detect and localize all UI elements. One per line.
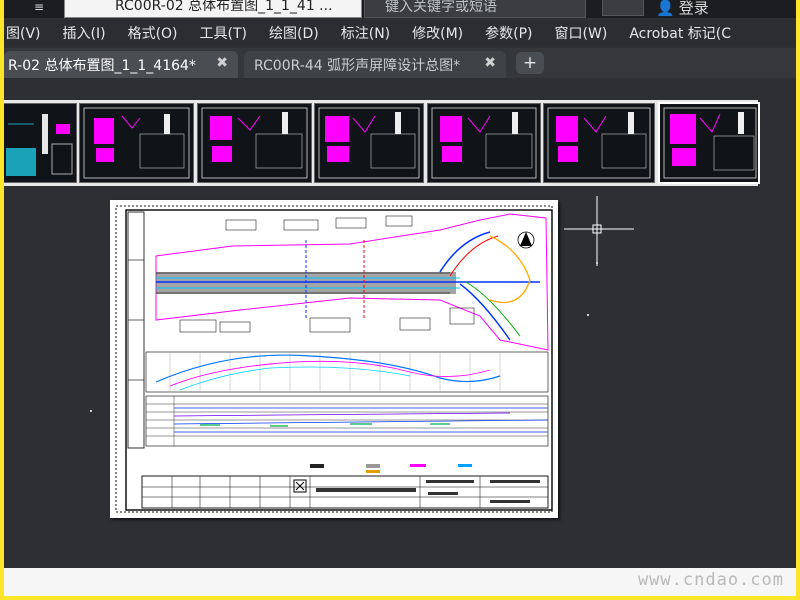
menu-dimension[interactable]: 标注(N)	[330, 23, 401, 43]
tab-label: R-02 总体布置图_1_1_4164*	[8, 57, 196, 74]
stray-point	[596, 262, 598, 264]
autocad-window: ≡ RC00R-02 总体布置图_1_1_41 ... 键入关键字或短语 👤 登录…	[4, 0, 796, 596]
layout-thumbnail[interactable]	[543, 103, 655, 183]
close-icon[interactable]: ✖	[484, 55, 496, 71]
document-title-box: RC00R-02 总体布置图_1_1_41 ...	[64, 0, 362, 18]
menu-modify[interactable]: 修改(M)	[401, 23, 474, 43]
tab-general-layout[interactable]: R-02 总体布置图_1_1_4164* ✖	[4, 51, 238, 78]
user-icon: 👤	[656, 0, 675, 17]
status-bar: www.cndao.com	[4, 568, 796, 596]
stray-point	[587, 314, 589, 316]
drawing-sheet[interactable]	[110, 200, 558, 518]
layout-thumbnail[interactable]	[427, 103, 541, 183]
menu-acrobat[interactable]: Acrobat 标记(C	[618, 23, 742, 43]
plus-icon[interactable]: +	[516, 52, 544, 74]
stray-point	[90, 410, 92, 412]
menu-bar: 图(V) 插入(I) 格式(O) 工具(T) 绘图(D) 标注(N) 修改(M)…	[4, 20, 796, 46]
tab-label: RC00R-44 弧形声屏障设计总图*	[254, 57, 461, 74]
layout-thumbnail[interactable]	[197, 103, 312, 183]
thumb-block	[6, 148, 36, 176]
app-menu-icon[interactable]: ≡	[34, 0, 44, 14]
menu-insert[interactable]: 插入(I)	[52, 23, 117, 43]
search-placeholder: 键入关键字或短语	[385, 0, 497, 15]
layout-thumbnail[interactable]	[4, 103, 77, 183]
menu-format[interactable]: 格式(O)	[117, 23, 189, 43]
menu-parametric[interactable]: 参数(P)	[474, 23, 543, 43]
crosshair-cursor-icon	[564, 196, 634, 266]
login-button[interactable]: 👤 登录	[656, 0, 709, 18]
menu-draw[interactable]: 绘图(D)	[258, 23, 330, 43]
search-button[interactable]	[602, 0, 644, 16]
title-bar: ≡ RC00R-02 总体布置图_1_1_41 ... 键入关键字或短语 👤 登录	[4, 0, 796, 18]
menu-window[interactable]: 窗口(W)	[544, 23, 619, 43]
layout-thumbnail[interactable]	[314, 103, 424, 183]
layout-thumbnail[interactable]	[79, 103, 194, 183]
layout-thumbnail-selected[interactable]	[658, 102, 760, 184]
watermark: www.cndao.com	[637, 570, 784, 590]
search-input[interactable]: 键入关键字或短语	[364, 0, 586, 18]
layout-thumbnail-strip	[4, 100, 760, 186]
login-label: 登录	[678, 0, 709, 17]
tab-noise-barrier[interactable]: RC00R-44 弧形声屏障设计总图* ✖	[244, 51, 506, 78]
menu-view[interactable]: 图(V)	[4, 23, 52, 43]
document-title: RC00R-02 总体布置图_1_1_41 ...	[115, 0, 333, 14]
file-tab-bar: R-02 总体布置图_1_1_4164* ✖ RC00R-44 弧形声屏障设计总…	[4, 48, 796, 78]
menu-tools[interactable]: 工具(T)	[189, 23, 258, 43]
close-icon[interactable]: ✖	[216, 55, 228, 71]
